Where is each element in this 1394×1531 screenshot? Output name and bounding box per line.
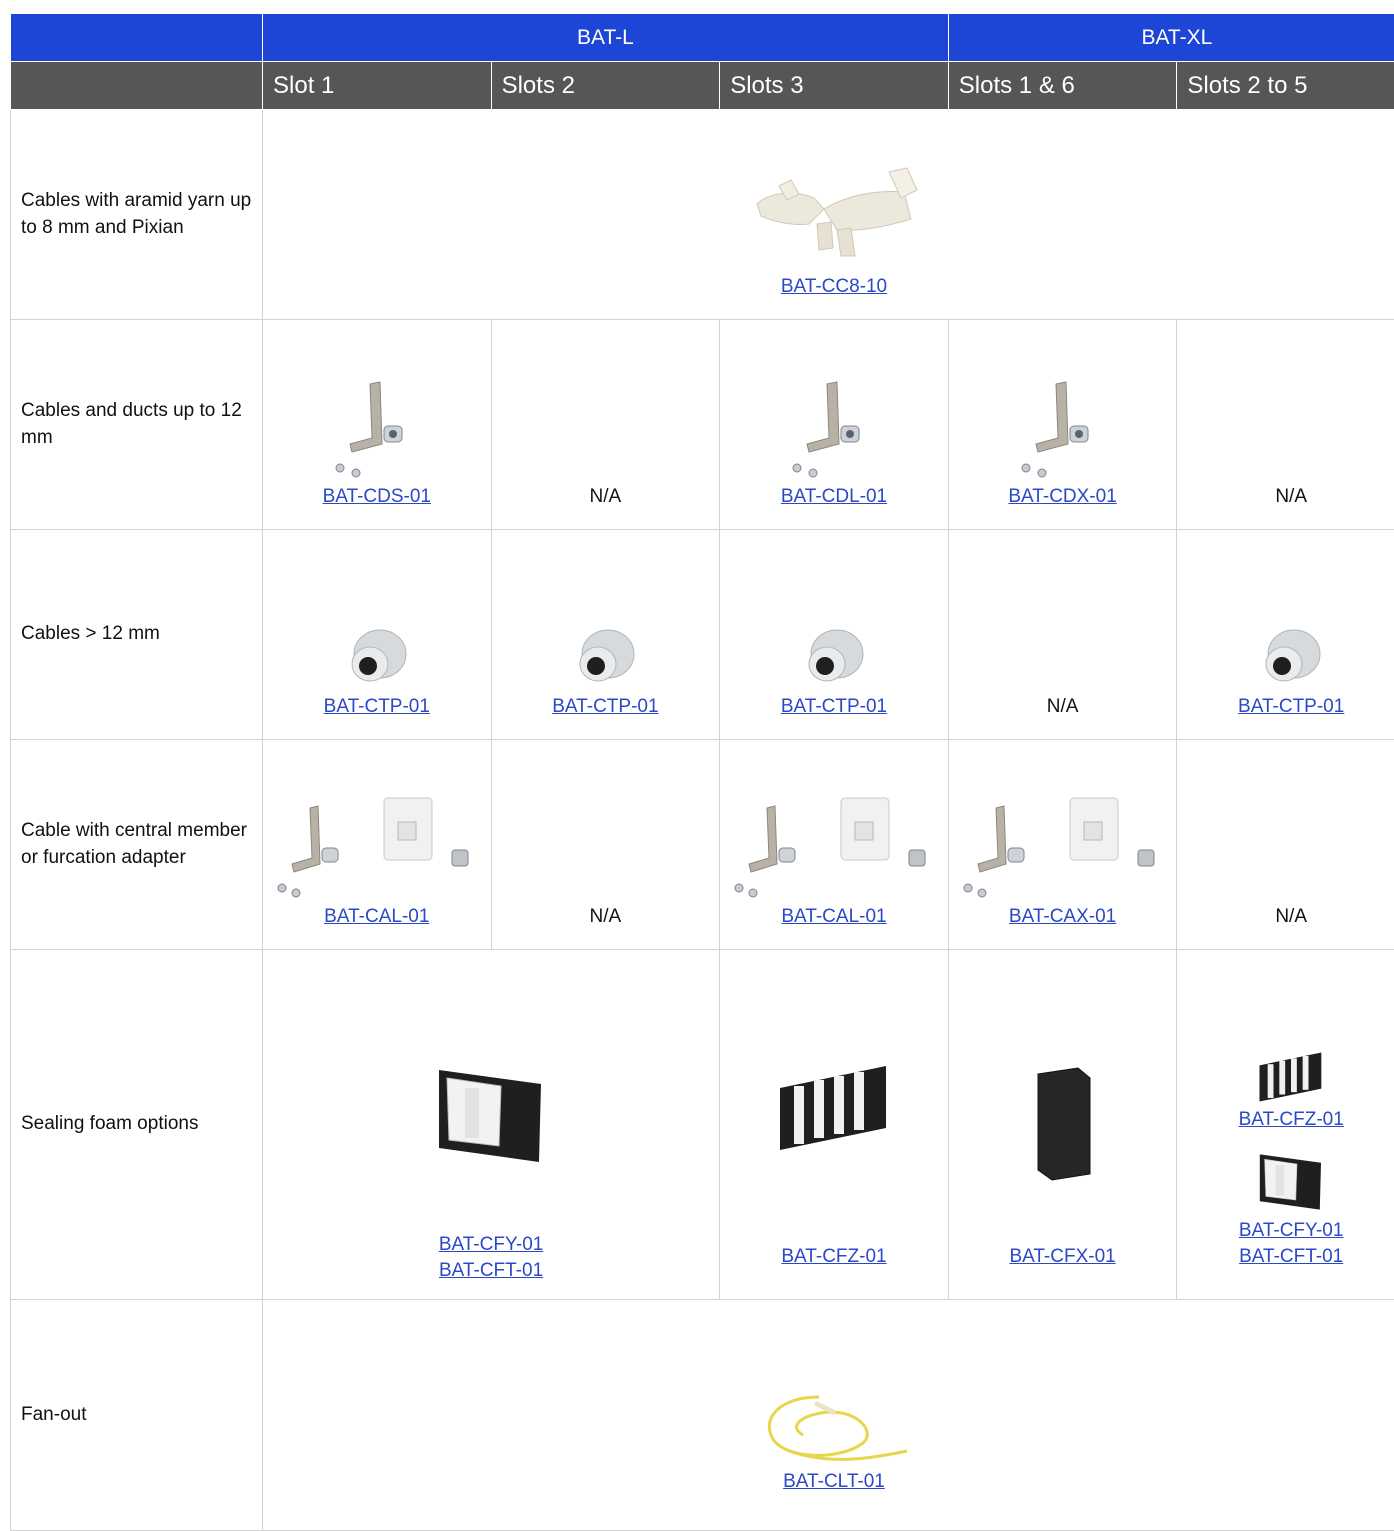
row-label: Cables and ducts up to 12 mm <box>11 320 263 530</box>
product-link[interactable]: BAT-CDL-01 <box>720 484 948 511</box>
product-link[interactable]: BAT-CTP-01 <box>263 694 491 721</box>
product-cell: N/A <box>491 320 720 530</box>
foam-comb-image <box>1256 1047 1326 1107</box>
product-link[interactable]: BAT-CC8-10 <box>263 274 1394 301</box>
product-cell: BAT-CDX-01 <box>948 320 1177 530</box>
cable-gland-image <box>1256 624 1326 694</box>
not-available-text: N/A <box>492 904 720 931</box>
not-available-text: N/A <box>1177 904 1394 931</box>
row-label: Sealing foam options <box>11 950 263 1300</box>
product-cell: BAT-CTP-01 <box>263 530 492 740</box>
table-row-ducts: Cables and ducts up to 12 mm BAT-CDS-01 … <box>11 320 1394 530</box>
product-link[interactable]: BAT-CFT-01 <box>263 1258 719 1285</box>
product-cell: BAT-CDS-01 <box>263 320 492 530</box>
cable-clamp-image <box>739 164 929 274</box>
empty-subheader-cell <box>11 62 263 110</box>
product-link[interactable]: BAT-CDX-01 <box>949 484 1177 511</box>
slot-header-row: Slot 1 Slots 2 Slots 3 Slots 1 & 6 Slots… <box>11 62 1394 110</box>
table-row-central: Cable with central member or furcation a… <box>11 740 1394 950</box>
slot-header-5: Slots 2 to 5 <box>1177 62 1394 110</box>
product-cell: BAT-CAX-01 <box>948 740 1177 950</box>
row-label: Cables > 12 mm <box>11 530 263 740</box>
product-cell: BAT-CFX-01 <box>948 950 1177 1300</box>
not-available-text: N/A <box>492 484 720 511</box>
product-cell: BAT-CTP-01 <box>491 530 720 740</box>
foam-insert-image <box>1255 1152 1327 1218</box>
product-cell: N/A <box>1177 320 1394 530</box>
table-row-large: Cables > 12 mm BAT-CTP-01 BAT-CTP-01 <box>11 530 1394 740</box>
bracket-kit-image <box>322 374 432 484</box>
product-cell: BAT-CTP-01 <box>1177 530 1394 740</box>
bracket-kit-image <box>1008 374 1118 484</box>
product-cell: BAT-CDL-01 <box>720 320 949 530</box>
product-cell: BAT-CFZ-01 BAT-CFY-01 BAT-CFT-01 <box>1177 950 1394 1300</box>
foam-comb-image <box>774 1058 894 1158</box>
product-link[interactable]: BAT-CFX-01 <box>949 1244 1177 1271</box>
bat-xl-header: BAT-XL <box>948 14 1394 62</box>
product-link[interactable]: BAT-CAL-01 <box>263 904 491 931</box>
table-row-foam: Sealing foam options BAT-CFY-01 BAT-CFT-… <box>11 950 1394 1300</box>
product-link[interactable]: BAT-CAX-01 <box>949 904 1177 931</box>
cable-gland-image <box>342 624 412 694</box>
product-cell: BAT-CFZ-01 <box>720 950 949 1300</box>
product-cell: BAT-CC8-10 <box>263 110 1394 320</box>
product-link[interactable]: BAT-CFY-01 <box>263 1232 719 1259</box>
product-link[interactable]: BAT-CFZ-01 <box>1177 1107 1394 1134</box>
empty-header-cell <box>11 14 263 62</box>
central-member-kit-image <box>272 794 482 904</box>
row-label: Fan-out <box>11 1300 263 1531</box>
product-cell: N/A <box>948 530 1177 740</box>
product-link[interactable]: BAT-CTP-01 <box>720 694 948 721</box>
product-cell: BAT-CAL-01 <box>263 740 492 950</box>
product-link[interactable]: BAT-CFT-01 <box>1177 1244 1394 1271</box>
product-link[interactable]: BAT-CFZ-01 <box>720 1244 948 1271</box>
slot-header-4: Slots 1 & 6 <box>948 62 1177 110</box>
not-available-text: N/A <box>949 694 1177 721</box>
row-label: Cable with central member or furcation a… <box>11 740 263 950</box>
product-link[interactable]: BAT-CTP-01 <box>492 694 720 721</box>
slot-header-2: Slots 2 <box>491 62 720 110</box>
product-link[interactable]: BAT-CDS-01 <box>263 484 491 511</box>
model-header-row: BAT-L BAT-XL <box>11 14 1394 62</box>
foam-insert-image <box>431 1066 551 1176</box>
cable-gland-image <box>799 624 869 694</box>
row-label: Cables with aramid yarn up to 8 mm and P… <box>11 110 263 320</box>
product-link[interactable]: BAT-CAL-01 <box>720 904 948 931</box>
cable-gland-image <box>570 624 640 694</box>
product-link[interactable]: BAT-CTP-01 <box>1177 694 1394 721</box>
bat-l-header: BAT-L <box>263 14 949 62</box>
product-cell: BAT-CLT-01 <box>263 1300 1394 1531</box>
foam-block-image <box>1028 1064 1098 1184</box>
slot-header-1: Slot 1 <box>263 62 492 110</box>
product-cell: N/A <box>1177 740 1394 950</box>
table-row-aramid: Cables with aramid yarn up to 8 mm and P… <box>11 110 1394 320</box>
product-link[interactable]: BAT-CFY-01 <box>1177 1218 1394 1245</box>
bracket-kit-image <box>779 374 889 484</box>
product-cell: N/A <box>491 740 720 950</box>
accessory-compatibility-table: BAT-L BAT-XL Slot 1 Slots 2 Slots 3 Slot… <box>10 13 1394 1531</box>
table-row-fanout: Fan-out BAT-CLT-01 <box>11 1300 1394 1531</box>
central-member-kit-image <box>958 794 1168 904</box>
not-available-text: N/A <box>1177 484 1394 511</box>
fan-out-tube-image <box>759 1389 909 1469</box>
product-cell: BAT-CTP-01 <box>720 530 949 740</box>
product-cell: BAT-CFY-01 BAT-CFT-01 <box>263 950 720 1300</box>
product-cell: BAT-CAL-01 <box>720 740 949 950</box>
product-link[interactable]: BAT-CLT-01 <box>263 1469 1394 1496</box>
slot-header-3: Slots 3 <box>720 62 949 110</box>
central-member-kit-image <box>729 794 939 904</box>
